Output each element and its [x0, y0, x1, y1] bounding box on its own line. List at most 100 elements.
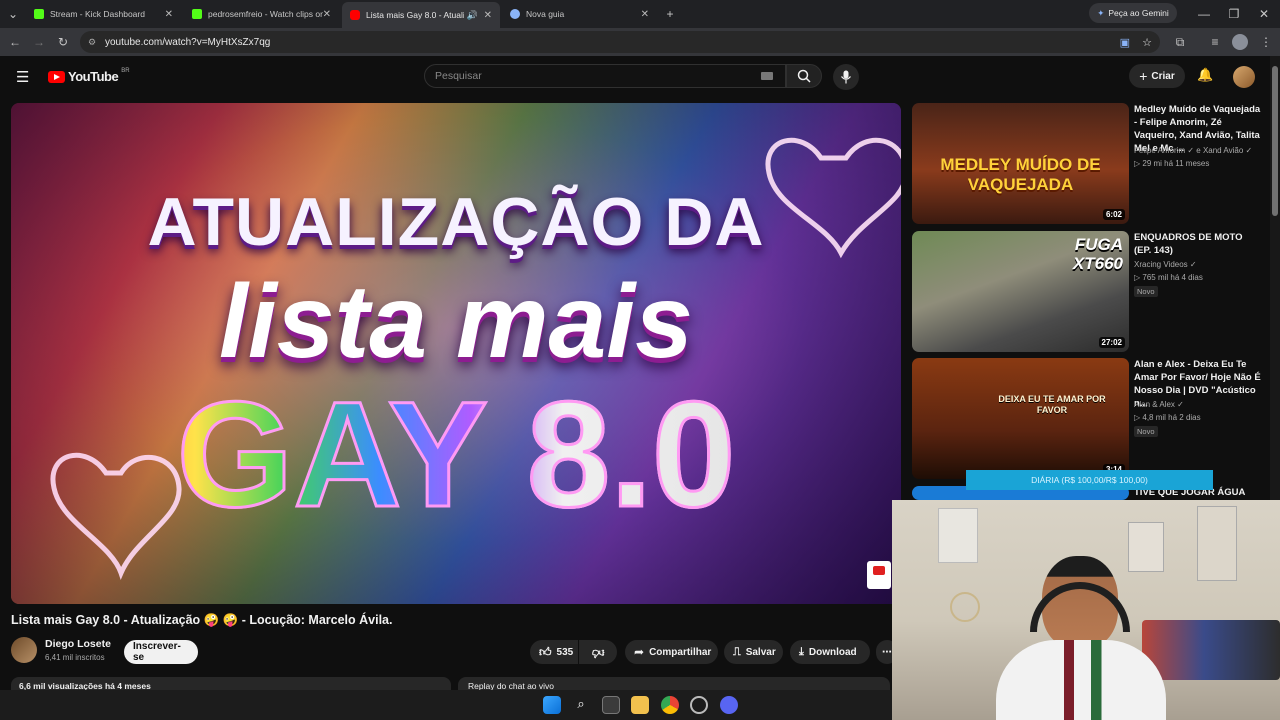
voice-search-button[interactable] — [833, 64, 859, 90]
create-button[interactable]: + Criar — [1129, 64, 1185, 88]
address-bar[interactable]: ⚙ youtube.com/watch?v=MyHtXsZx7qg ▣ ☆ — [80, 31, 1160, 53]
keyboard-icon[interactable] — [761, 72, 773, 80]
recommendation-thumbnail[interactable]: DEIXA EU TE AMAR POR FAVOR 3:14 — [912, 358, 1129, 479]
microphone-icon — [841, 70, 851, 84]
browser-toolbar: ← → ↻ ⚙ youtube.com/watch?v=MyHtXsZx7qg … — [0, 28, 1280, 56]
wall-poster — [938, 508, 978, 563]
youtube-header: ☰ YouTube BR Pesquisar + Criar 🔔 — [0, 56, 1270, 98]
tab-search-icon[interactable]: ⌄ — [3, 4, 23, 24]
search-icon — [797, 69, 811, 83]
recommendation-channel: Xracing Videos ✓ — [1134, 260, 1197, 269]
recommendation-thumbnail[interactable]: FUGA XT660 27:02 — [912, 231, 1129, 352]
chat-replay-box[interactable]: Replay do chat ao vivo — [458, 677, 890, 690]
tab-label: pedrosemfreio - Watch clips on — [208, 9, 323, 19]
kick-icon — [192, 9, 202, 19]
tab-kick-clips[interactable]: pedrosemfreio - Watch clips on ✕ — [184, 3, 339, 25]
file-explorer-icon[interactable] — [631, 696, 649, 714]
streamer-shirt — [996, 640, 1166, 720]
description-box[interactable]: 6,6 mil visualizações há 4 meses — [11, 677, 451, 690]
share-button[interactable]: ➦ Compartilhar — [625, 640, 718, 664]
recommendation-item[interactable]: FUGA XT660 27:02 ENQUADROS DE MOTO (EP. … — [912, 231, 1262, 352]
chat-replay-label: Replay do chat ao vivo — [468, 681, 554, 690]
video-title: Lista mais Gay 8.0 - Atualização 🤪 🤪 - L… — [11, 613, 393, 627]
subscribe-label: Inscrever-se — [133, 641, 181, 663]
minimize-button[interactable]: — — [1194, 4, 1214, 24]
reading-list-icon[interactable]: ≡ — [1205, 32, 1225, 52]
download-icon: ⤓ — [799, 645, 804, 658]
window-close-button[interactable]: ✕ — [1254, 4, 1274, 24]
search-input[interactable]: Pesquisar — [424, 64, 786, 88]
video-duration: 6:02 — [1102, 209, 1125, 220]
recommendation-thumbnail[interactable]: MEDLEY MUÍDO DE VAQUEJADA 6:02 — [912, 103, 1129, 224]
channel-avatar[interactable] — [11, 637, 37, 663]
tab-youtube-active[interactable]: Lista mais Gay 8.0 - Atualiza 🔊 ✕ — [342, 2, 500, 28]
discord-icon[interactable] — [720, 696, 738, 714]
scrollbar-thumb[interactable] — [1272, 66, 1278, 216]
close-icon[interactable]: ✕ — [641, 9, 649, 20]
save-button[interactable]: ⎍ Salvar — [724, 640, 783, 664]
thumbnail-heading: ATUALIZAÇÃO DA — [147, 184, 765, 260]
recommendation-item[interactable]: MEDLEY MUÍDO DE VAQUEJADA 6:02 Medley Mu… — [912, 103, 1262, 224]
subscriber-count: 6,41 mil inscritos — [45, 653, 105, 662]
speaker-icon[interactable]: 🔊 — [467, 10, 478, 21]
save-label: Salvar — [745, 646, 776, 658]
translate-icon[interactable]: ▣ — [1120, 36, 1130, 49]
bookmark-star-icon[interactable]: ☆ — [1142, 36, 1152, 49]
recommendation-channel: Felipe Amorim ✓ e Xand Avião ✓ — [1134, 146, 1253, 155]
extensions-icon[interactable]: ⧉ — [1170, 32, 1190, 52]
like-count: 535 — [556, 646, 574, 658]
youtube-logo[interactable]: YouTube BR — [48, 68, 130, 84]
like-button[interactable]: 👍︎ 535 — [530, 640, 578, 664]
notifications-bell-icon[interactable]: 🔔 — [1197, 67, 1213, 83]
new-badge: Novo — [1134, 426, 1158, 437]
dislike-button[interactable]: 👍︎ — [579, 640, 617, 664]
start-menu-icon[interactable] — [543, 696, 561, 714]
search-placeholder: Pesquisar — [435, 70, 482, 82]
profile-avatar[interactable] — [1232, 34, 1248, 50]
thumbs-down-icon: 👍︎ — [591, 645, 605, 660]
subscribe-button[interactable]: Inscrever-se — [124, 640, 198, 664]
thumbs-up-icon: 👍︎ — [539, 644, 552, 659]
app-icon[interactable] — [690, 696, 708, 714]
back-button[interactable]: ← — [5, 32, 25, 52]
reload-button[interactable]: ↻ — [53, 32, 73, 52]
close-icon[interactable]: ✕ — [323, 9, 331, 20]
tab-kick-dashboard[interactable]: Stream - Kick Dashboard ✕ — [26, 3, 181, 25]
view-count: 6,6 mil visualizações há 4 meses — [19, 681, 151, 690]
share-arrow-icon: ➦ — [634, 645, 645, 659]
tab-label: Lista mais Gay 8.0 - Atualiza — [366, 10, 464, 20]
close-icon[interactable]: ✕ — [165, 9, 173, 20]
search-icon[interactable]: ⌕ — [572, 696, 590, 714]
recommendation-item[interactable]: DEIXA EU TE AMAR POR FAVOR 3:14 Alan e A… — [912, 358, 1262, 479]
donation-goal-bar: DIÁRIA (R$ 100,00/R$ 100,00) — [966, 470, 1213, 490]
chrome-icon[interactable] — [661, 696, 679, 714]
channel-watermark-logo[interactable] — [867, 561, 891, 589]
youtube-icon — [350, 10, 360, 20]
recommendation-channel: Alan & Alex ✓ — [1134, 400, 1184, 409]
browser-menu-icon[interactable]: ⋮ — [1256, 32, 1276, 52]
account-avatar[interactable] — [1233, 66, 1255, 88]
new-tab-button[interactable]: + — [660, 4, 680, 24]
donation-goal-text: DIÁRIA (R$ 100,00/R$ 100,00) — [1031, 475, 1148, 485]
channel-name[interactable]: Diego Losete — [45, 638, 111, 650]
share-label: Compartilhar — [649, 646, 712, 658]
video-player[interactable]: ATUALIZAÇÃO DA lista mais GAY 8.0 — [11, 103, 901, 604]
hamburger-menu-icon[interactable]: ☰ — [16, 68, 29, 86]
channel-row: Diego Losete 6,41 mil inscritos Inscreve… — [11, 637, 898, 667]
recommendation-stats: ▷ 765 mil há 4 dias — [1134, 273, 1203, 282]
search-button[interactable] — [786, 64, 822, 88]
recommendation-stats: ▷ 4,8 mil há 2 dias — [1134, 413, 1201, 422]
tab-new-tab[interactable]: Nova guia ✕ — [502, 3, 657, 25]
site-info-icon[interactable]: ⚙ — [88, 37, 96, 48]
thumbnail-text: FUGA XT660 — [1072, 235, 1123, 273]
close-icon[interactable]: ✕ — [484, 10, 492, 21]
download-label: Download — [808, 646, 857, 658]
maximize-button[interactable]: ❐ — [1224, 4, 1244, 24]
chrome-icon — [510, 9, 520, 19]
task-view-icon[interactable] — [602, 696, 620, 714]
forward-button[interactable]: → — [29, 32, 49, 52]
download-button[interactable]: ⤓ Download — [790, 640, 870, 664]
background-clutter — [1142, 620, 1280, 680]
gemini-button[interactable]: ✦ Peça ao Gemini — [1089, 3, 1177, 23]
url-text: youtube.com/watch?v=MyHtXsZx7qg — [105, 36, 271, 48]
